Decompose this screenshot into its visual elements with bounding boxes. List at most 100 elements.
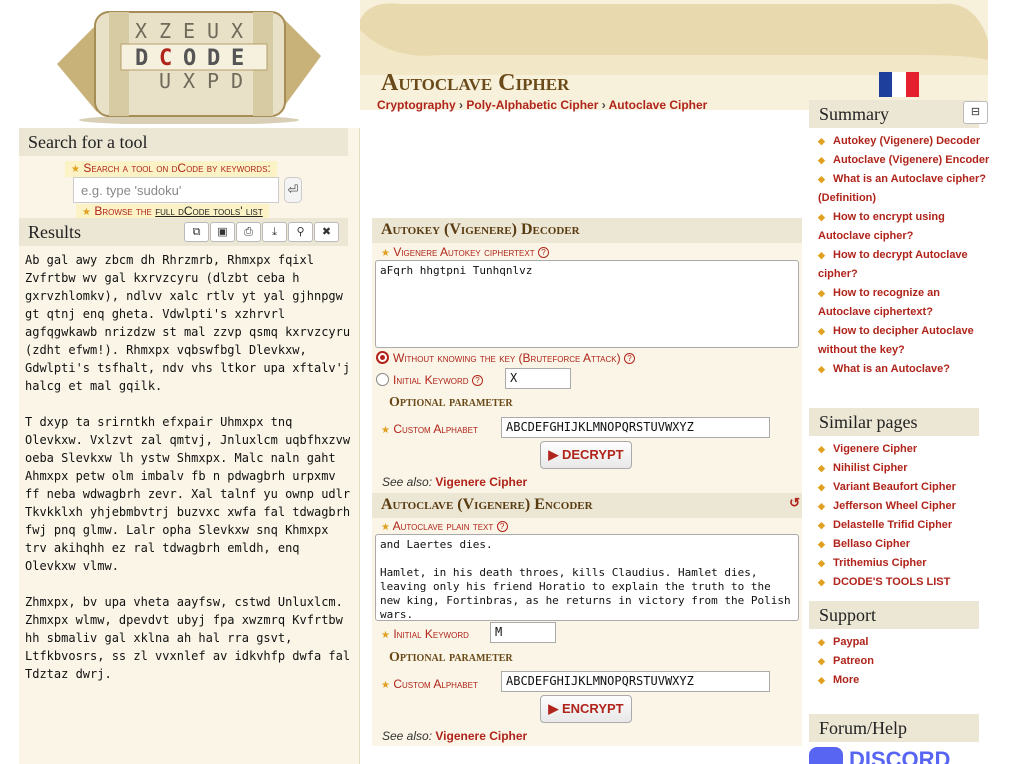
save-icon: ▣ (217, 226, 228, 238)
bullet-icon: ◆ (818, 288, 825, 298)
star-icon: ★ (82, 207, 91, 218)
close-button[interactable]: ✖ (314, 222, 339, 242)
forum-heading: Forum/Help (809, 714, 979, 742)
copy-button[interactable]: ⧉ (184, 222, 209, 242)
refresh-icon[interactable]: ↺ (789, 495, 800, 511)
bullet-icon: ◆ (818, 637, 825, 647)
search-submit-button[interactable]: ⏎ (284, 177, 302, 203)
breadcrumb-autoclave[interactable]: Autoclave Cipher (609, 98, 708, 112)
support-item[interactable]: ◆ Patreon (818, 652, 996, 671)
help-icon[interactable]: ? (496, 521, 508, 533)
summary-item-label[interactable]: How to encrypt using Autoclave cipher? (818, 211, 945, 242)
keyword-radio[interactable] (376, 373, 389, 386)
support-item-label[interactable]: Patreon (833, 655, 874, 667)
summary-heading: Summary (809, 100, 979, 128)
summary-item-label[interactable]: What is an Autoclave? (833, 363, 950, 375)
download-button[interactable]: ⤓ (262, 222, 287, 242)
see-also-link[interactable]: Vigenere Cipher (435, 729, 527, 743)
ciphertext-textarea[interactable]: aFqrh hhgtpni Tunhqnlvz (375, 260, 799, 348)
similar-item[interactable]: ◆ DCODE'S TOOLS LIST (818, 573, 996, 592)
bullet-icon: ◆ (818, 364, 825, 374)
similar-item[interactable]: ◆ Variant Beaufort Cipher (818, 478, 996, 497)
decoder-keyword-input[interactable]: X (505, 368, 571, 389)
similar-item-label[interactable]: Variant Beaufort Cipher (833, 481, 956, 493)
summary-item[interactable]: ◆ How to encrypt using Autoclave cipher? (818, 208, 990, 246)
bullet-icon: ◆ (818, 212, 825, 222)
summary-item-label[interactable]: How to decipher Autoclave without the ke… (818, 325, 974, 356)
summary-item-label[interactable]: What is an Autoclave cipher? (Definition… (818, 173, 986, 204)
similar-item[interactable]: ◆ Nihilist Cipher (818, 459, 996, 478)
similar-item-label[interactable]: Nihilist Cipher (833, 462, 908, 474)
summary-item-label[interactable]: How to decrypt Autoclave cipher? (818, 249, 968, 280)
keyword-option[interactable]: Initial Keyword ? (393, 373, 483, 387)
summary-item-label[interactable]: Autokey (Vigenere) Decoder (833, 135, 980, 147)
logo-letter: D (231, 69, 243, 93)
encoder-keyword-input[interactable]: M (490, 622, 556, 643)
french-flag-icon[interactable] (879, 72, 919, 97)
dcode-logo[interactable]: X Z E U X U X P D D C O D E (57, 4, 321, 124)
copy-icon: ⧉ (192, 226, 201, 238)
summary-item[interactable]: ◆ How to decipher Autoclave without the k… (818, 322, 990, 360)
logo-letter: C (159, 46, 172, 71)
see-also-label: See also: (382, 729, 433, 743)
summary-item-label[interactable]: Autoclave (Vigenere) Encoder (833, 154, 989, 166)
decrypt-button[interactable]: ▶ DECRYPT (540, 441, 632, 469)
similar-item[interactable]: ◆ Trithemius Cipher (818, 554, 996, 573)
support-item-label[interactable]: More (833, 674, 859, 686)
similar-item[interactable]: ◆ Jefferson Wheel Cipher (818, 497, 996, 516)
print-button[interactable]: ⎙ (236, 222, 261, 242)
similar-item[interactable]: ◆ Vigenere Cipher (818, 440, 996, 459)
similar-item-label[interactable]: Vigenere Cipher (833, 443, 917, 455)
breadcrumb-cryptography[interactable]: Cryptography (377, 98, 456, 112)
results-toolbar: ⧉ ▣ ⎙ ⤓ ⚲ ✖ (184, 222, 339, 242)
support-list: ◆ Paypal ◆ Patreon ◆ More (818, 633, 996, 690)
similar-item-label[interactable]: Bellaso Cipher (833, 538, 910, 550)
summary-item[interactable]: ◆ Autoclave (Vigenere) Encoder (818, 151, 990, 170)
browse-prefix: Browse the (94, 204, 156, 218)
help-icon[interactable]: ? (471, 375, 483, 387)
summary-item[interactable]: ◆ What is an Autoclave? (818, 360, 990, 379)
similar-item-label[interactable]: DCODE'S TOOLS LIST (833, 576, 950, 588)
similar-item[interactable]: ◆ Delastelle Trifid Cipher (818, 516, 996, 535)
decoder-optional-parameter: Optional parameter (389, 395, 513, 410)
support-item[interactable]: ◆ More (818, 671, 996, 690)
bullet-icon: ◆ (818, 656, 825, 666)
results-text[interactable]: Ab gal awy zbcm dh Rhrzmrb, Rhmxpx fqixl… (25, 251, 355, 683)
help-icon[interactable]: ? (537, 247, 549, 259)
browse-link-text[interactable]: full dCode tools' list (155, 204, 263, 218)
summary-item[interactable]: ◆ What is an Autoclave cipher? (Definitio… (818, 170, 990, 208)
encrypt-button[interactable]: ▶ ENCRYPT (540, 695, 632, 723)
summary-item[interactable]: ◆ Autokey (Vigenere) Decoder (818, 132, 990, 151)
pin-icon: ⚲ (296, 226, 305, 238)
support-item[interactable]: ◆ Paypal (818, 633, 996, 652)
help-icon[interactable]: ? (623, 353, 635, 365)
summary-item[interactable]: ◆ How to decrypt Autoclave cipher? (818, 246, 990, 284)
summary-collapse-button[interactable]: ⊟ (963, 101, 988, 124)
similar-item-label[interactable]: Delastelle Trifid Cipher (833, 519, 952, 531)
bruteforce-option[interactable]: Without knowing the key (Bruteforce Atta… (393, 351, 635, 365)
browse-tools-link[interactable]: ★ Browse the full dCode tools' list (76, 204, 269, 219)
summary-item[interactable]: ◆ How to recognize an Autoclave ciphertex… (818, 284, 990, 322)
pin-button[interactable]: ⚲ (288, 222, 313, 242)
save-button[interactable]: ▣ (210, 222, 235, 242)
encoder-alphabet-input[interactable]: ABCDEFGHIJKLMNOPQRSTUVWXYZ (501, 671, 770, 692)
similar-item[interactable]: ◆ Bellaso Cipher (818, 535, 996, 554)
parchment-scroll-decoration (360, 3, 988, 75)
bruteforce-radio[interactable] (376, 351, 389, 364)
see-also-label: See also: (382, 475, 433, 489)
breadcrumb-poly-alphabetic[interactable]: Poly-Alphabetic Cipher (466, 98, 598, 112)
see-also-link[interactable]: Vigenere Cipher (435, 475, 527, 489)
similar-list: ◆ Vigenere Cipher ◆ Nihilist Cipher ◆ Varia… (818, 440, 996, 592)
logo-letter: E (231, 46, 244, 71)
similar-item-label[interactable]: Jefferson Wheel Cipher (833, 500, 956, 512)
decoder-alphabet-input[interactable]: ABCDEFGHIJKLMNOPQRSTUVWXYZ (501, 417, 770, 438)
search-label: ★ Search a tool on dCode by keywords: (65, 161, 277, 177)
plaintext-textarea[interactable]: and Laertes dies. Hamlet, in his death t… (375, 534, 799, 621)
decoder-title: Autokey (Vigenere) Decoder (372, 218, 802, 243)
search-input[interactable] (73, 177, 279, 203)
support-item-label[interactable]: Paypal (833, 636, 868, 648)
decoder-see-also: See also: Vigenere Cipher (382, 475, 527, 489)
summary-item-label[interactable]: How to recognize an Autoclave ciphertext… (818, 287, 940, 318)
discord-logo[interactable]: DISCORD (809, 745, 969, 764)
similar-item-label[interactable]: Trithemius Cipher (833, 557, 927, 569)
